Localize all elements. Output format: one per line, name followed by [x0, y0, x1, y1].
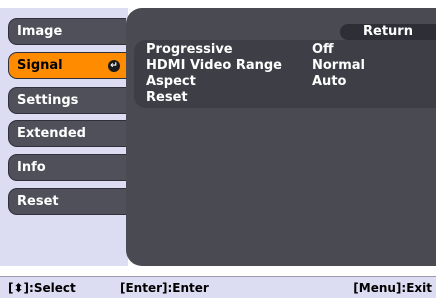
setting-value: Auto	[312, 74, 347, 89]
menu-item-label: Reset	[17, 194, 59, 209]
menu-item-extended[interactable]: Extended	[8, 120, 126, 147]
menu-item-info[interactable]: Info	[8, 154, 126, 181]
setting-row-aspect[interactable]: Aspect Auto	[146, 74, 436, 89]
setting-label: Progressive	[146, 42, 233, 57]
setting-row-hdmi-video-range[interactable]: HDMI Video Range Normal	[146, 58, 436, 73]
menu-item-label: Info	[17, 160, 46, 175]
menu-item-label: Image	[17, 24, 63, 39]
setting-label: HDMI Video Range	[146, 58, 282, 73]
menu-item-settings[interactable]: Settings	[8, 87, 126, 114]
select-hint: [⬍]:Select	[8, 281, 76, 295]
menu-item-label: Settings	[17, 93, 79, 108]
menu-item-reset[interactable]: Reset	[8, 188, 126, 215]
setting-row-progressive[interactable]: Progressive Off	[146, 42, 436, 57]
setting-row-reset[interactable]: Reset	[146, 90, 436, 105]
setting-value: Off	[312, 42, 334, 57]
menu-item-label: Extended	[17, 126, 86, 141]
menu-item-image[interactable]: Image	[8, 18, 126, 45]
footer-hint-bar: [⬍]:Select [Enter]:Enter [Menu]:Exit	[0, 276, 436, 298]
enter-hint: [Enter]:Enter	[120, 281, 209, 295]
setting-value: Normal	[312, 58, 365, 73]
exit-hint: [Menu]:Exit	[353, 281, 432, 295]
menu-item-signal[interactable]: Signal ↵	[8, 52, 126, 79]
enter-icon: ↵	[108, 59, 120, 72]
menu-item-label: Signal	[17, 58, 63, 73]
setting-label: Aspect	[146, 74, 196, 89]
setting-label: Reset	[146, 90, 188, 105]
projector-menu-screen: Image Signal ↵ Settings Extended Info Re…	[0, 0, 436, 298]
return-button[interactable]: Return	[340, 24, 436, 40]
